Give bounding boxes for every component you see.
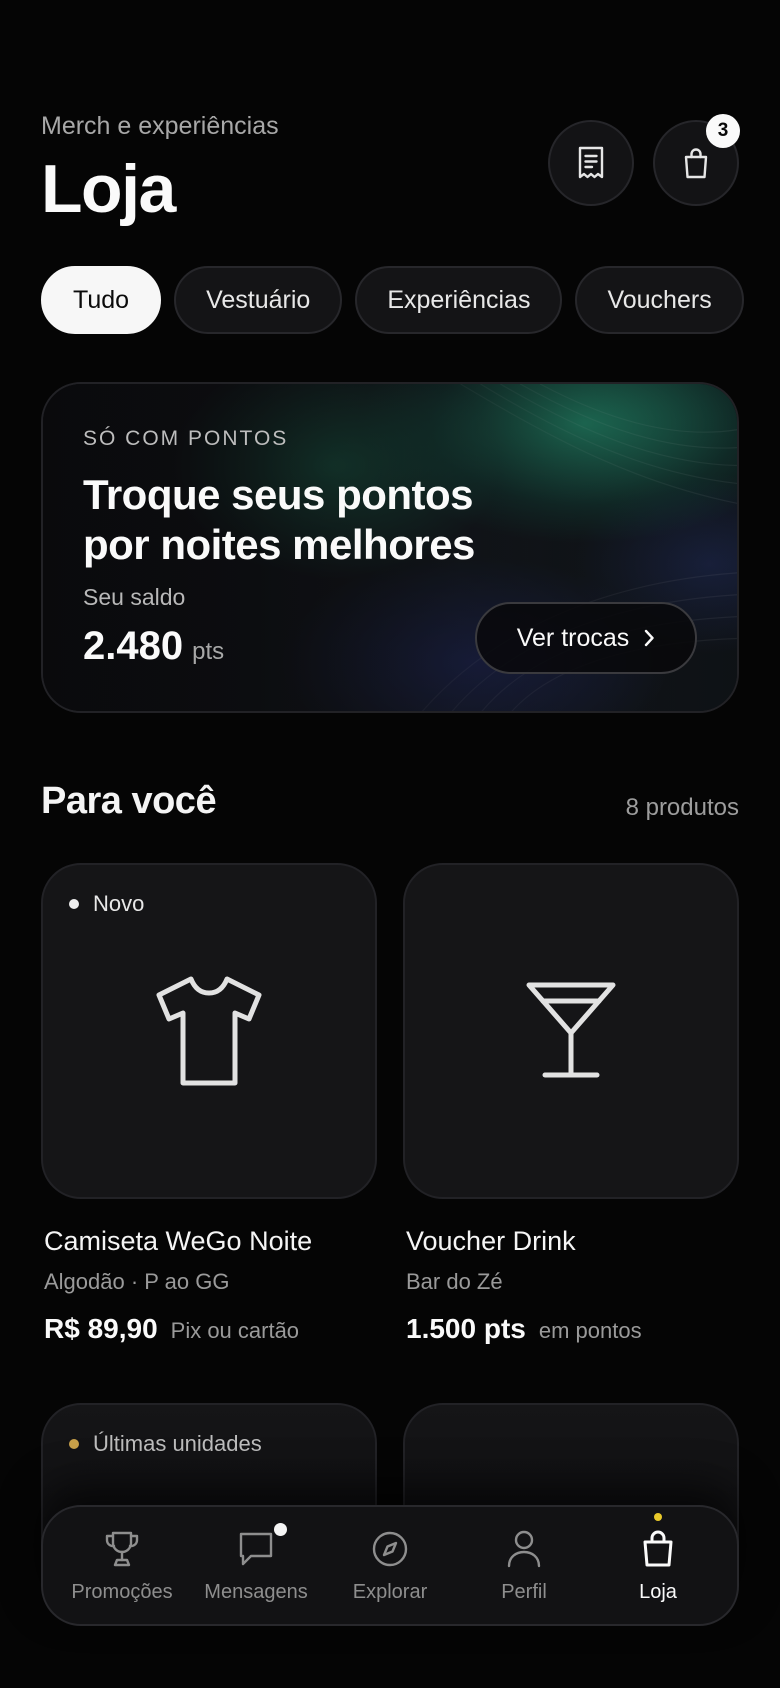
nav-label: Promoções (71, 1581, 173, 1603)
cart-button[interactable]: 3 (653, 114, 740, 206)
orders-button[interactable] (548, 120, 634, 206)
tab-tudo[interactable]: Tudo (41, 266, 162, 334)
product-count: 8 produtos (625, 794, 739, 821)
product-name: Camiseta WeGo Noite (44, 1226, 313, 1256)
nav-label: Perfil (501, 1581, 547, 1603)
product-price-note: em pontos (538, 1318, 642, 1343)
shopping-bag-icon (684, 148, 708, 179)
tshirt-icon (156, 976, 262, 1086)
product-tag: Novo (69, 891, 144, 917)
view-exchanges-button[interactable]: Ver trocas (475, 602, 697, 674)
product-tag-label: Últimas unidades (93, 1431, 262, 1456)
points-promo-banner: SÓ COM PONTOS Troque seus pontos por noi… (41, 382, 739, 713)
product-price-row: R$ 89,90 Pix ou cartão (44, 1313, 377, 1345)
nav-item-promocoes[interactable]: Promoções (55, 1527, 189, 1604)
chat-icon (239, 1532, 273, 1566)
compass-icon (372, 1531, 408, 1567)
tag-dot (69, 1439, 79, 1449)
points-balance: 2.480 pts (83, 624, 224, 669)
user-icon (507, 1530, 541, 1568)
cart-count-badge: 3 (706, 114, 740, 148)
product-price-note: Pix ou cartão (170, 1318, 300, 1343)
product-tag-label: Novo (93, 891, 145, 916)
chevron-right-icon (645, 629, 654, 647)
nav-item-explorar[interactable]: Explorar (323, 1527, 457, 1604)
product-tag: Últimas unidades (69, 1431, 262, 1457)
page-title: Loja (41, 151, 176, 227)
nav-label: Explorar (352, 1581, 428, 1603)
header: Merch e experiências Loja 3 (41, 108, 740, 227)
nav-item-perfil[interactable]: Perfil (457, 1527, 591, 1604)
cocktail-icon (526, 982, 616, 1078)
product-detail: Bar do Zé (406, 1269, 503, 1294)
product-price: R$ 89,90 (44, 1313, 158, 1344)
promo-eyebrow: SÓ COM PONTOS (83, 427, 289, 450)
section-title: Para você (41, 780, 217, 822)
bag-icon (643, 1530, 673, 1567)
active-indicator-dot (654, 1513, 662, 1521)
tab-vestuario[interactable]: Vestuário (174, 266, 343, 334)
nav-label: Loja (639, 1581, 677, 1603)
product-card[interactable]: Voucher Drink Bar do Zé 1.500 pts em pon… (403, 863, 739, 1345)
points-balance-unit: pts (192, 638, 225, 665)
category-tabs: Tudo Vestuário Experiências Vouchers (41, 266, 780, 334)
trophy-icon (105, 1531, 139, 1567)
nav-item-mensagens[interactable]: Mensagens (189, 1523, 323, 1604)
product-name: Voucher Drink (406, 1226, 576, 1256)
points-balance-value: 2.480 (83, 624, 184, 668)
product-price: 1.500 pts (406, 1313, 526, 1344)
unread-dot (274, 1523, 287, 1536)
product-card[interactable]: Novo Camiseta WeGo Noite Algodão · P ao … (41, 863, 377, 1345)
tag-dot (69, 899, 79, 909)
balance-label: Seu saldo (83, 584, 186, 610)
product-image[interactable] (403, 863, 739, 1199)
view-exchanges-label: Ver trocas (516, 623, 630, 652)
product-detail: Algodão · P ao GG (44, 1269, 230, 1294)
page-subtitle: Merch e experiências (41, 112, 279, 140)
product-price-row: 1.500 pts em pontos (406, 1313, 739, 1345)
nav-label: Mensagens (204, 1581, 308, 1603)
promo-title: Troque seus pontos por noites melhores (83, 471, 475, 568)
tab-vouchers[interactable]: Vouchers (575, 266, 744, 334)
nav-item-loja[interactable]: Loja (591, 1513, 725, 1604)
receipt-icon (578, 146, 604, 179)
section-header: Para você 8 produtos (41, 780, 739, 830)
tab-experiencias[interactable]: Experiências (355, 266, 563, 334)
product-image[interactable]: Novo (41, 863, 377, 1199)
bottom-navigation: Promoções Mensagens Explorar Perfil Loja (41, 1505, 739, 1626)
